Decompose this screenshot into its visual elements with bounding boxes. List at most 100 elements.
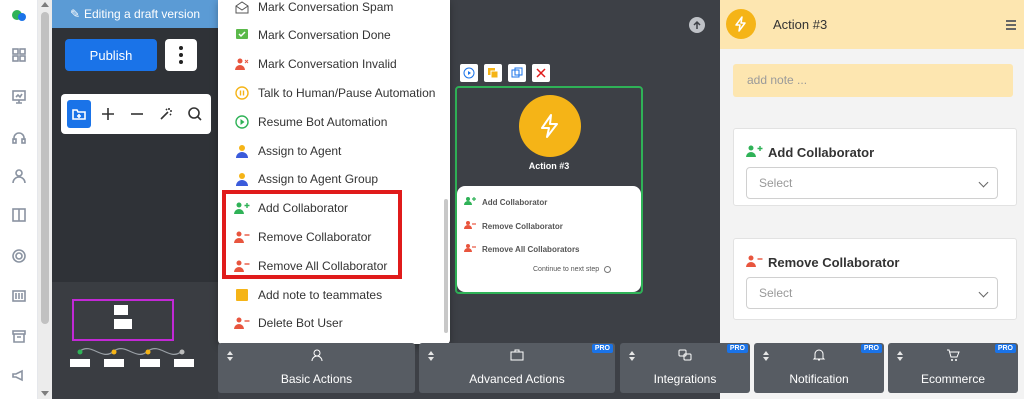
lightning-bolt-icon — [519, 95, 581, 157]
remove-collaborator-icon — [746, 254, 764, 271]
zoom-out-icon[interactable] — [125, 100, 149, 128]
node-row-add-collaborator: Add Collaborator — [464, 196, 547, 208]
spam-envelope-icon — [234, 0, 250, 15]
more-options-button[interactable] — [165, 39, 197, 71]
scroll-down-arrow-icon[interactable] — [41, 391, 49, 396]
menu-item-assign-agent-group[interactable]: Assign to Agent Group — [234, 170, 378, 188]
note-input[interactable]: add note ... — [733, 64, 1013, 97]
play-icon[interactable] — [460, 64, 478, 82]
tab-ecommerce[interactable]: PRO Ecommerce — [888, 343, 1018, 393]
scroll-top-icon[interactable] — [689, 17, 705, 33]
remove-collaborator-select[interactable]: Select — [746, 277, 998, 309]
panel-header — [720, 0, 1024, 49]
headset-icon[interactable] — [9, 128, 29, 148]
zoom-in-icon[interactable] — [96, 100, 120, 128]
menu-item-mark-done[interactable]: Mark Conversation Done — [234, 26, 391, 44]
scroll-thumb[interactable] — [41, 12, 49, 324]
tab-basic-actions[interactable]: Basic Actions — [218, 343, 415, 393]
bell-icon — [754, 348, 884, 362]
add-collaborator-icon — [746, 144, 764, 161]
chevron-down-icon — [978, 287, 989, 298]
delete-icon[interactable] — [532, 64, 550, 82]
edit-icon: ✎ — [69, 7, 80, 21]
menu-item-label: Assign to Agent — [258, 144, 342, 158]
tab-label: Ecommerce — [920, 372, 985, 386]
node-row-remove-collaborator: Remove Collaborator — [464, 220, 563, 232]
search-icon[interactable] — [183, 100, 207, 128]
agent-icon — [234, 143, 250, 159]
tab-label: Integrations — [653, 372, 717, 386]
tab-notification[interactable]: PRO Notification — [754, 343, 884, 393]
menu-item-mark-invalid[interactable]: Mark Conversation Invalid — [234, 55, 397, 73]
menu-item-label: Resume Bot Automation — [258, 115, 388, 129]
magic-wand-icon[interactable] — [154, 100, 178, 128]
node-row-remove-all-collaborators: Remove All Collaborators — [464, 243, 580, 255]
archive-icon[interactable] — [9, 326, 29, 346]
hamburger-menu-icon[interactable] — [1006, 20, 1016, 30]
minimap-node — [114, 305, 128, 315]
check-message-icon — [234, 27, 250, 43]
node-row-label: Remove All Collaborators — [482, 244, 580, 254]
menu-item-label: Mark Conversation Invalid — [258, 57, 397, 71]
minimap-viewport[interactable] — [72, 299, 174, 341]
continue-label: Continue to next step — [533, 266, 600, 273]
page-scrollbar[interactable] — [38, 0, 52, 399]
node-row-label: Add Collaborator — [482, 197, 548, 207]
add-collaborator-select[interactable]: Select — [746, 167, 998, 199]
menu-item-talk-to-human[interactable]: Talk to Human/Pause Automation — [234, 84, 435, 102]
node-title: Action #3 — [528, 161, 570, 171]
left-icon-rail — [0, 0, 38, 399]
user-icon — [218, 348, 415, 362]
play-circle-icon — [234, 114, 250, 130]
menu-item-mark-spam[interactable]: Mark Conversation Spam — [234, 0, 393, 16]
remove-all-collaborator-icon — [464, 243, 476, 255]
node-row-label: Remove Collaborator — [482, 221, 563, 231]
add-collaborator-icon — [464, 196, 476, 208]
briefcase-icon — [419, 348, 615, 362]
scroll-up-arrow-icon[interactable] — [41, 2, 49, 7]
presentation-icon[interactable] — [9, 87, 29, 107]
sticky-note-icon — [234, 287, 250, 303]
select-value: Select — [759, 286, 793, 300]
label-text: Add Collaborator — [768, 145, 875, 160]
tab-integrations[interactable]: PRO Integrations — [620, 343, 750, 393]
add-folder-icon[interactable] — [67, 100, 91, 128]
continue-next-step: Continue to next step — [533, 266, 612, 273]
agent-group-icon — [234, 171, 250, 187]
menu-item-label: Mark Conversation Spam — [258, 0, 394, 14]
cart-icon — [888, 348, 1018, 362]
draft-label: Editing a draft version — [84, 7, 201, 21]
integrations-icon — [620, 348, 750, 362]
pause-circle-icon — [234, 85, 250, 101]
menu-item-delete-bot-user[interactable]: Delete Bot User — [234, 314, 343, 332]
megaphone-icon[interactable] — [9, 365, 29, 385]
panel-title: Action #3 — [773, 17, 828, 32]
menu-item-label: Mark Conversation Done — [258, 28, 391, 42]
menu-item-label: Talk to Human/Pause Automation — [258, 86, 436, 100]
menu-scrollbar[interactable] — [444, 199, 448, 333]
copy-icon[interactable] — [508, 64, 526, 82]
duplicate-icon[interactable] — [484, 64, 502, 82]
collaborator-highlight-box — [222, 190, 402, 279]
user-icon[interactable] — [9, 166, 29, 186]
menu-item-resume-bot[interactable]: Resume Bot Automation — [234, 113, 387, 131]
node-toolbar — [460, 64, 550, 82]
tab-advanced-actions[interactable]: PRO Advanced Actions — [419, 343, 615, 393]
remove-collaborator-label: Remove Collaborator — [746, 254, 899, 271]
tab-label: Notification — [789, 372, 849, 386]
menu-item-assign-agent[interactable]: Assign to Agent — [234, 142, 341, 160]
delete-user-icon — [234, 315, 250, 331]
select-value: Select — [759, 176, 793, 190]
book-icon[interactable] — [9, 205, 29, 225]
menu-item-add-note[interactable]: Add note to teammates — [234, 286, 382, 304]
user-invalid-icon — [234, 56, 250, 72]
connector-dot[interactable] — [604, 266, 612, 273]
lifebuoy-icon[interactable] — [9, 246, 29, 266]
grid-icon[interactable] — [9, 45, 29, 65]
draft-status-bar: ✎ Editing a draft version — [52, 0, 218, 28]
minimap-node — [114, 319, 132, 329]
publish-button[interactable]: Publish — [65, 39, 157, 71]
barcode-icon[interactable] — [9, 286, 29, 306]
chat-bubbles-icon[interactable] — [9, 6, 29, 26]
label-text: Remove Collaborator — [768, 255, 900, 270]
